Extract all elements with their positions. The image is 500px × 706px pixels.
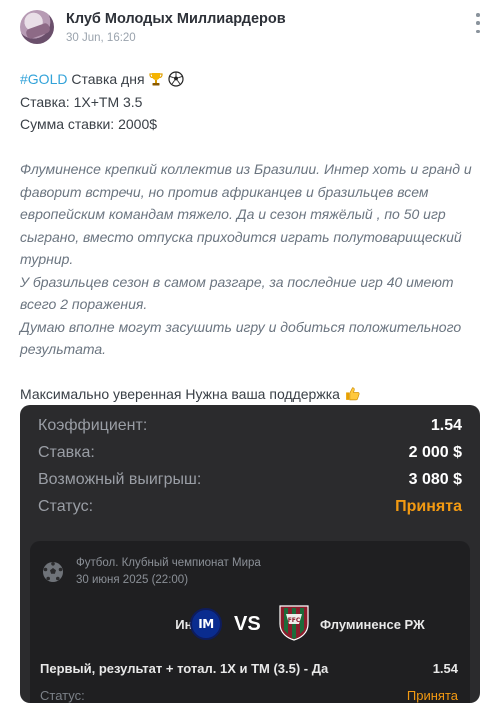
post-date: 30 Jun, 16:20 [66, 32, 136, 44]
bet-odds: 1.54 [432, 661, 458, 676]
svg-text:FFC: FFC [288, 617, 301, 624]
post-header: Клуб Молодых Миллиардеров 30 Jun, 16:20 [0, 0, 500, 58]
inter-logo: IM [190, 608, 222, 640]
event-status-value: Принята [406, 688, 458, 703]
coef-row: Коэффициент: 1.54 [38, 417, 462, 443]
channel-name[interactable]: Клуб Молодых Миллиардеров [66, 11, 286, 27]
post-title-line: #GOLD Ставка дня [20, 68, 480, 91]
more-options-icon[interactable] [474, 13, 482, 33]
analysis-line: Флуминенсе крепкий коллектив из Бразилии… [20, 161, 472, 177]
win-value: 3 080 $ [408, 471, 462, 488]
closing-line: Максимально уверенная Нужна ваша поддерж… [20, 383, 480, 406]
hashtag-link[interactable]: #GOLD [20, 71, 67, 87]
league-name: Футбол. Клубный чемпионат Мира [76, 557, 261, 569]
analysis-line: европейским командам тяжело. Да и сезон … [20, 206, 446, 222]
analysis-line: турнир. [20, 251, 74, 267]
analysis-line: всего 2 поражения. [20, 296, 148, 312]
analysis-text: Флуминенсе крепкий коллектив из Бразилии… [20, 158, 480, 361]
win-row: Возможный выигрыш: 3 080 $ [38, 471, 462, 497]
bet-line: Ставка: 1Х+ТМ 3.5 [20, 93, 143, 110]
event-status-row: Статус: Принята [40, 688, 458, 703]
analysis-line: Думаю вполне могут засушить игру и добит… [20, 318, 462, 335]
amount-line: Сумма ставки: 2000$ [20, 116, 158, 132]
trophy-emoji [149, 73, 164, 86]
stake-label: Ставка: [38, 444, 95, 461]
stake-value: 2 000 $ [408, 444, 462, 461]
closing-text: Максимально уверенная Нужна ваша поддерж… [20, 386, 340, 402]
post-title: Ставка дня [71, 71, 145, 87]
analysis-line: результата. [20, 341, 107, 357]
analysis-line: сыграно, вместо отпуска приходится играт… [20, 228, 462, 245]
vs-label: VS [234, 613, 261, 635]
bet-selection: Первый, результат + тотал. 1Х и ТМ (3.5)… [40, 661, 329, 676]
match-date: 30 июня 2025 (22:00) [76, 574, 189, 586]
bet-ticket-card: Коэффициент: 1.54 Ставка: 2 000 $ Возмож… [20, 405, 480, 703]
status-row: Статус: Принята [38, 498, 462, 524]
post-body: #GOLD Ставка дня Ставка: 1Х+ТМ 3.5 Сумма… [20, 68, 480, 406]
coef-value: 1.54 [430, 417, 462, 434]
status-label: Статус: [38, 498, 94, 515]
team-away-name: Флуминенсе РЖ [320, 617, 425, 632]
analysis-line: У бразильцев сезон в самом разгаре, за п… [20, 273, 454, 290]
fluminense-logo: FFC [279, 605, 309, 641]
bet-selection-row: Первый, результат + тотал. 1Х и ТМ (3.5)… [40, 661, 458, 676]
soccer-ball-emoji [168, 71, 184, 87]
coef-label: Коэффициент: [38, 417, 148, 434]
thumbs-up-emoji [345, 387, 360, 401]
channel-avatar[interactable] [20, 10, 54, 44]
event-panel: Футбол. Клубный чемпионат Мира 30 июня 2… [30, 541, 470, 703]
stake-row: Ставка: 2 000 $ [38, 444, 462, 470]
event-status-label: Статус: [40, 688, 85, 703]
soccer-ball-icon [43, 562, 63, 582]
analysis-line: фаворит встречи, но против африканцев и … [20, 183, 429, 200]
win-label: Возможный выигрыш: [38, 471, 202, 488]
status-value: Принята [395, 498, 462, 515]
